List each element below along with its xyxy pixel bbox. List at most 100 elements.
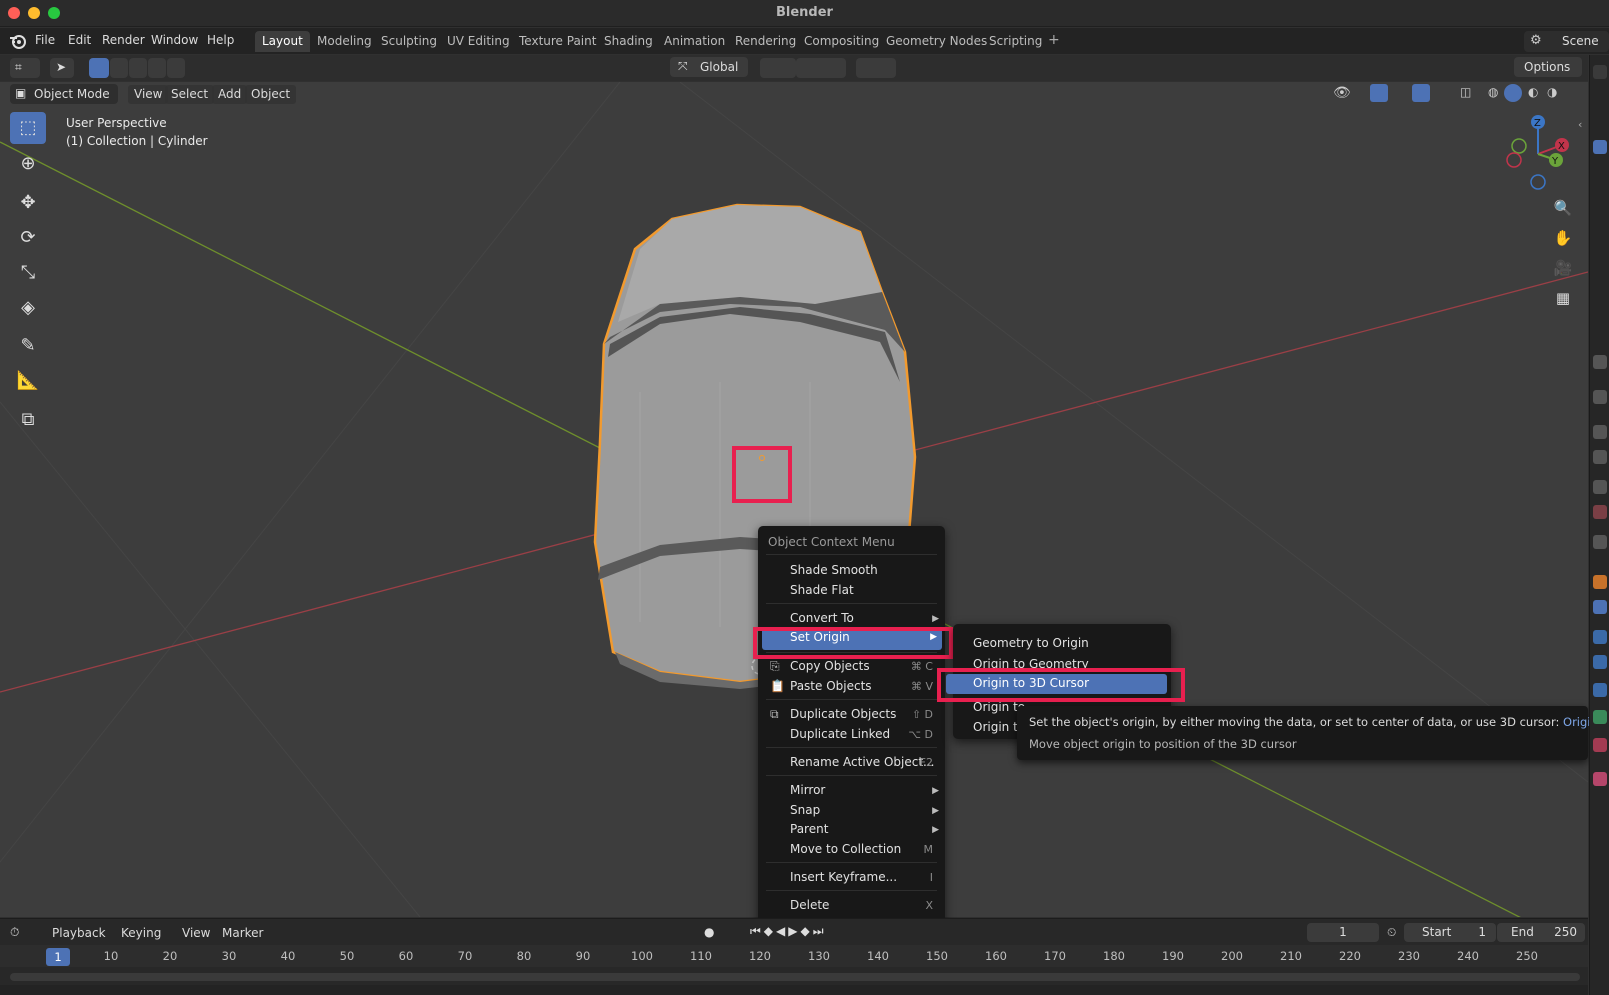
navigation-gizmo[interactable]: Z X Y (1500, 112, 1580, 202)
move-tool-icon[interactable]: ✥ (10, 187, 46, 219)
tab-texture-paint[interactable]: Texture Paint (512, 31, 603, 52)
viewport-menu-object[interactable]: Object (245, 85, 297, 104)
pan-hand-icon[interactable]: ✋ (1549, 224, 1577, 252)
material-shading-icon[interactable]: ◐ (1528, 85, 1538, 99)
editor-type-icon[interactable] (1593, 65, 1607, 79)
tab-uv-editing[interactable]: UV Editing (440, 31, 517, 52)
menu-render[interactable]: Render (102, 33, 145, 47)
constraints-tab-icon[interactable] (1593, 683, 1607, 697)
move-to-collection-item[interactable]: Move to Collection (790, 842, 901, 856)
stopwatch-icon[interactable]: ⏲ (1387, 925, 1396, 940)
parent-item[interactable]: Parent (790, 822, 828, 836)
timeline-menu-playback[interactable]: Playback (52, 926, 106, 940)
duplicate-objects-item[interactable]: Duplicate Objects (790, 707, 896, 721)
timeline-ruler[interactable]: 1 10 20 30 40 50 60 70 80 90 100 110 120… (0, 945, 1588, 967)
object-tab-icon[interactable] (1593, 575, 1607, 589)
rotate-tool-icon[interactable]: ⟳ (10, 222, 46, 254)
playback-controls-icon[interactable]: ⏮◆◀▶◆⏭ (750, 924, 827, 939)
scene-tab-icon[interactable] (1593, 480, 1607, 494)
material-tab-icon[interactable] (1593, 738, 1607, 752)
add-workspace-icon[interactable]: + (1048, 32, 1060, 48)
world-tab-icon[interactable] (1593, 505, 1607, 519)
start-frame-field[interactable]: Start 1 (1404, 923, 1496, 942)
viewport-menu-select[interactable]: Select (165, 85, 215, 104)
select-mode-subtract-button[interactable] (129, 58, 147, 78)
overlays-toggle-icon[interactable] (1412, 84, 1430, 102)
menu-help[interactable]: Help (207, 33, 234, 47)
rename-active-object-item[interactable]: Rename Active Object... (790, 755, 935, 769)
outliner-selected-row[interactable] (1593, 140, 1607, 154)
xray-toggle-icon[interactable]: ◫ (1460, 85, 1471, 99)
measure-tool-icon[interactable]: 📐 (10, 365, 46, 397)
sidebar-toggle-icon[interactable]: ‹ (1578, 118, 1582, 131)
tab-layout[interactable]: Layout (255, 31, 310, 52)
mirror-item[interactable]: Mirror (790, 783, 825, 797)
timeline-menu-view[interactable]: View (182, 926, 210, 940)
record-keyframe-icon[interactable]: ● (704, 925, 714, 939)
snap-item[interactable]: Snap (790, 803, 820, 817)
current-frame-field[interactable]: 1 (1307, 923, 1379, 942)
wireframe-shading-icon[interactable]: ◍ (1488, 85, 1498, 99)
tool-tab-icon[interactable] (1593, 355, 1607, 369)
collection-tab-icon[interactable] (1593, 535, 1607, 549)
transform-tool-icon[interactable]: ◈ (10, 292, 46, 324)
tab-compositing[interactable]: Compositing (797, 31, 886, 52)
timeline-scrollbar[interactable] (10, 973, 1580, 981)
select-mode-intersect-button[interactable] (167, 58, 185, 78)
scale-tool-icon[interactable]: ⤡ (10, 257, 46, 289)
cursor-tool-icon[interactable]: ⊕ (10, 148, 46, 180)
duplicate-linked-item[interactable]: Duplicate Linked (790, 727, 890, 741)
menu-edit[interactable]: Edit (68, 33, 91, 47)
timeline-menu-keying[interactable]: Keying (121, 926, 161, 940)
timeline-editor-type-icon[interactable]: ⏱ (10, 925, 19, 940)
gizmo-toggle-icon[interactable] (1370, 84, 1388, 102)
particles-tab-icon[interactable] (1593, 630, 1607, 644)
paste-objects-item[interactable]: Paste Objects (790, 679, 872, 693)
data-tab-icon[interactable] (1593, 710, 1607, 724)
zoom-icon[interactable]: 🔍 (1549, 194, 1577, 222)
texture-tab-icon[interactable] (1593, 772, 1607, 786)
menu-window[interactable]: Window (151, 33, 198, 47)
delete-item[interactable]: Delete (790, 898, 829, 912)
add-cube-tool-icon[interactable]: ⧉ (10, 404, 46, 436)
select-mode-new-button[interactable] (89, 58, 109, 78)
blender-logo-icon[interactable] (9, 32, 27, 50)
convert-to-item[interactable]: Convert To (790, 611, 854, 625)
end-frame-field[interactable]: End 250 (1497, 923, 1585, 942)
options-dropdown[interactable]: Options (1514, 57, 1582, 77)
menu-file[interactable]: File (35, 33, 55, 47)
pivot-point-button[interactable] (760, 58, 796, 78)
select-mode-invert-button[interactable] (148, 58, 166, 78)
snap-button[interactable] (796, 58, 846, 78)
geometry-to-origin-item[interactable]: Geometry to Origin (973, 636, 1089, 650)
viewport-menu-add[interactable]: Add (212, 85, 248, 104)
solid-shading-icon[interactable] (1504, 84, 1522, 102)
physics-tab-icon[interactable] (1593, 655, 1607, 669)
tab-rendering[interactable]: Rendering (728, 31, 803, 52)
render-tab-icon[interactable] (1593, 390, 1607, 404)
select-mode-extend-button[interactable] (110, 58, 128, 78)
shade-smooth-item[interactable]: Shade Smooth (790, 563, 878, 577)
view-layer-tab-icon[interactable] (1593, 450, 1607, 464)
select-box-tool-icon[interactable]: ⬚ (10, 112, 46, 144)
modifier-tab-icon[interactable] (1593, 600, 1607, 614)
proportional-edit-button[interactable] (856, 58, 896, 78)
tab-sculpting[interactable]: Sculpting (374, 31, 444, 52)
ortho-grid-icon[interactable]: ▦ (1549, 284, 1577, 312)
output-tab-icon[interactable] (1593, 425, 1607, 439)
shade-flat-item[interactable]: Shade Flat (790, 583, 854, 597)
annotate-tool-icon[interactable]: ✎ (10, 330, 46, 362)
camera-view-icon[interactable]: 🎥 (1549, 254, 1577, 282)
tab-geometry-nodes[interactable]: Geometry Nodes (879, 31, 994, 52)
tab-scripting[interactable]: Scripting (982, 31, 1049, 52)
tab-shading[interactable]: Shading (597, 31, 660, 52)
timeline-menu-marker[interactable]: Marker (222, 926, 263, 940)
insert-keyframe-item[interactable]: Insert Keyframe... (790, 870, 897, 884)
tab-modeling[interactable]: Modeling (310, 31, 379, 52)
tab-animation[interactable]: Animation (657, 31, 732, 52)
viewport-menu-view[interactable]: View (128, 85, 169, 104)
copy-objects-item[interactable]: Copy Objects (790, 659, 870, 673)
visibility-eye-icon[interactable]: 👁 (1333, 85, 1351, 101)
playhead[interactable]: 1 (46, 948, 70, 966)
rendered-shading-icon[interactable]: ◑ (1547, 85, 1557, 99)
